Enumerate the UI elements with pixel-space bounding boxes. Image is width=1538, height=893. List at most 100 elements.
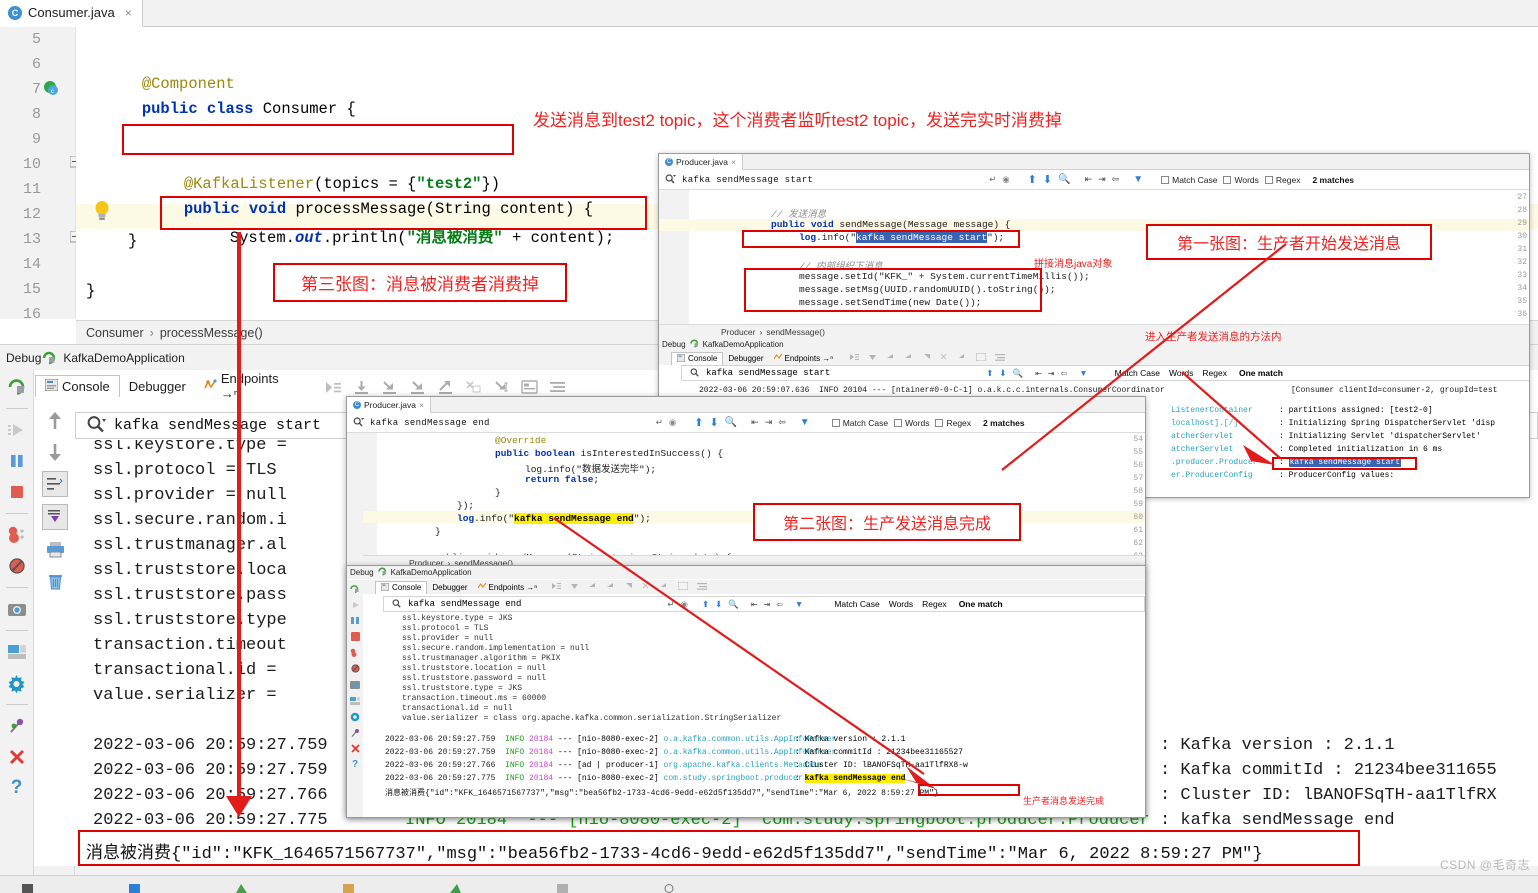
- close-icon[interactable]: ×: [419, 400, 424, 410]
- enter-icon[interactable]: ↵: [656, 417, 663, 428]
- window1-find-bar[interactable]: kafka sendMessage start ↵ ◉ ⬆ ⬇ 🔍 ⇤ ⇥ ⇦ …: [659, 170, 1529, 190]
- search-icon[interactable]: [86, 415, 106, 437]
- os-taskbar[interactable]: [0, 875, 1538, 893]
- rerun-icon[interactable]: [350, 583, 361, 594]
- step-over-icon[interactable]: [353, 380, 370, 397]
- close-icon[interactable]: [6, 746, 28, 768]
- pin-icon[interactable]: [6, 715, 28, 737]
- taskbar-icon-4[interactable]: [343, 880, 354, 893]
- close-icon[interactable]: ×: [125, 6, 132, 20]
- regex-checkbox[interactable]: Regex: [1264, 175, 1300, 185]
- breadcrumb-class[interactable]: Consumer: [86, 326, 144, 340]
- mute-breakpoints-icon[interactable]: [350, 663, 361, 674]
- taskbar-icon-6[interactable]: [557, 880, 568, 893]
- mute-breakpoints-icon[interactable]: [6, 555, 28, 577]
- find-previous-icon[interactable]: ⬆: [1028, 173, 1037, 186]
- window2-tab-producer[interactable]: C Producer.java ×: [347, 397, 431, 413]
- tab-endpoints[interactable]: Endpoints →ⁿ: [473, 581, 543, 593]
- show-execution-point-icon[interactable]: [850, 353, 860, 363]
- tab-console[interactable]: Console: [671, 351, 724, 365]
- pause-icon[interactable]: [350, 615, 361, 626]
- filter-icon[interactable]: ▼: [800, 417, 810, 428]
- force-step-into-icon[interactable]: [904, 353, 913, 363]
- window1-console-search-value[interactable]: kafka sendMessage start: [706, 368, 830, 378]
- intention-bulb-icon[interactable]: [92, 200, 112, 227]
- pin-icon[interactable]: [350, 727, 361, 738]
- breakpoints-icon[interactable]: [350, 647, 361, 658]
- regex-checkbox[interactable]: Regex: [935, 418, 971, 428]
- gear-icon[interactable]: [350, 711, 361, 722]
- checkbox[interactable]: [894, 418, 903, 427]
- help-icon[interactable]: ?: [350, 759, 361, 770]
- drop-frame-icon[interactable]: [940, 353, 949, 363]
- help-icon[interactable]: ?: [6, 777, 28, 799]
- window1-tab-producer[interactable]: C Producer.java ×: [659, 154, 743, 170]
- breadcrumb-method[interactable]: processMessage(): [160, 326, 263, 340]
- tab-endpoints[interactable]: Endpoints →ⁿ: [195, 368, 295, 404]
- pause-icon[interactable]: [6, 450, 28, 472]
- search-icon[interactable]: [353, 416, 364, 429]
- step-into-icon[interactable]: [381, 380, 398, 397]
- tab-debugger[interactable]: Debugger: [723, 353, 768, 364]
- layout-icon[interactable]: [6, 641, 28, 663]
- search-icon[interactable]: [392, 598, 402, 610]
- find-next-icon[interactable]: [43, 440, 67, 464]
- step-over-icon[interactable]: [868, 353, 877, 363]
- find-previous-icon[interactable]: [43, 409, 67, 433]
- force-step-into-icon[interactable]: [409, 380, 426, 397]
- select-all-occurrences-icon[interactable]: ⇤: [751, 417, 759, 428]
- resume-icon[interactable]: [6, 419, 28, 441]
- debug-config-name[interactable]: KafkaDemoApplication: [391, 568, 472, 577]
- breakpoints-icon[interactable]: [6, 524, 28, 546]
- rerun-icon[interactable]: [6, 376, 28, 398]
- show-execution-point-icon[interactable]: [325, 380, 342, 397]
- find-all-icon[interactable]: 🔍: [725, 417, 737, 428]
- settings-list-icon[interactable]: [549, 380, 566, 397]
- select-all-occurrences-icon[interactable]: ⇤: [1085, 174, 1093, 185]
- window3-console-search-value[interactable]: kafka sendMessage end: [408, 599, 521, 609]
- match-case-checkbox[interactable]: Match Case: [831, 418, 888, 428]
- find-previous-icon[interactable]: ⬆: [694, 416, 703, 429]
- enter-icon[interactable]: ↵: [989, 174, 996, 185]
- words-checkbox[interactable]: Words: [894, 418, 929, 428]
- checkbox[interactable]: [831, 418, 840, 427]
- checkbox[interactable]: [1223, 175, 1232, 184]
- filter-occurrences-icon[interactable]: ⇦: [1112, 174, 1120, 185]
- window1-find-query[interactable]: kafka sendMessage start: [682, 175, 813, 185]
- match-case-checkbox[interactable]: Match Case: [1161, 175, 1217, 185]
- stop-icon[interactable]: [350, 631, 361, 642]
- filter-icon[interactable]: ▼: [1133, 174, 1143, 185]
- find-next-icon[interactable]: ⬇: [709, 416, 718, 429]
- evaluate-expression-icon[interactable]: [975, 352, 987, 363]
- class-marker-icon[interactable]: c: [42, 79, 60, 97]
- run-to-cursor-icon[interactable]: [493, 380, 510, 397]
- step-out-icon[interactable]: [922, 353, 931, 363]
- taskbar-icon-7[interactable]: [664, 880, 675, 893]
- words-checkbox[interactable]: Words: [1223, 175, 1259, 185]
- print-icon[interactable]: [43, 537, 67, 561]
- tab-debugger[interactable]: Debugger: [427, 582, 472, 593]
- exclude-icon[interactable]: ⇥: [1098, 174, 1106, 185]
- taskbar-icon-3[interactable]: [236, 880, 247, 893]
- search-icon[interactable]: [665, 173, 676, 186]
- filter-occurrences-icon[interactable]: ⇦: [778, 417, 786, 428]
- clear-icon[interactable]: ◉: [1002, 174, 1009, 185]
- taskbar-icon-1[interactable]: [22, 880, 33, 893]
- close-icon[interactable]: [350, 743, 361, 754]
- breadcrumb-method[interactable]: sendMessage(): [766, 327, 825, 337]
- gear-icon[interactable]: [6, 672, 28, 694]
- tab-consumer-java[interactable]: C Consumer.java ×: [0, 0, 143, 27]
- soft-wrap-icon[interactable]: [42, 471, 68, 497]
- camera-icon[interactable]: [6, 598, 28, 620]
- drop-frame-icon[interactable]: [465, 380, 482, 397]
- step-into-icon[interactable]: [886, 353, 895, 363]
- window2-find-query[interactable]: kafka sendMessage end: [370, 418, 490, 428]
- layout-icon[interactable]: [350, 695, 361, 706]
- trash-icon[interactable]: [43, 568, 67, 592]
- debug-config-name[interactable]: KafkaDemoApplication: [703, 340, 784, 349]
- debug-config-name[interactable]: KafkaDemoApplication: [63, 351, 184, 365]
- checkbox[interactable]: [1264, 175, 1273, 184]
- tab-console[interactable]: Console: [375, 580, 428, 594]
- find-all-icon[interactable]: 🔍: [1058, 174, 1070, 185]
- stop-icon[interactable]: [6, 481, 28, 503]
